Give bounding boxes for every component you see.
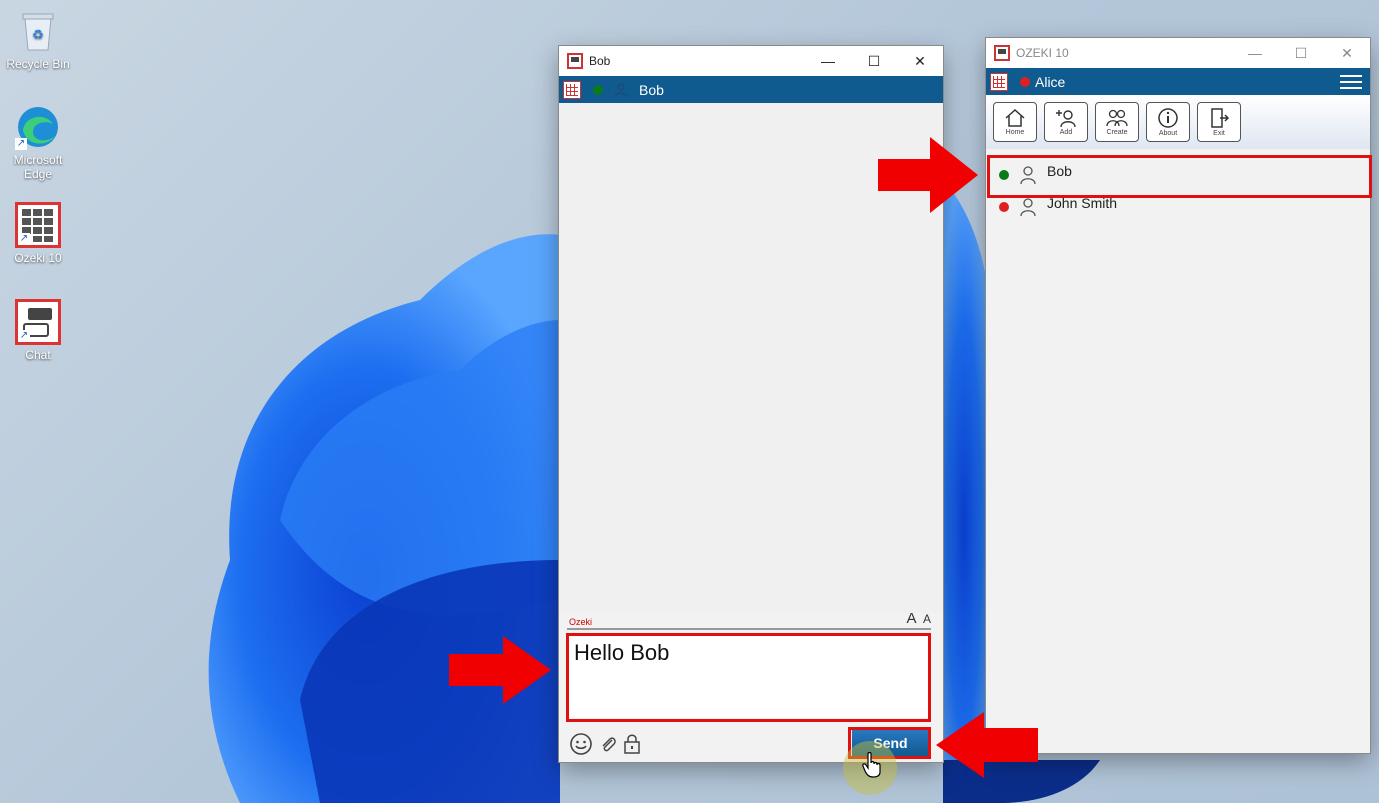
about-button-label: About <box>1158 130 1178 137</box>
chat-bubbles-icon: ↗ <box>15 299 61 345</box>
ozeki-main-window: OZEKI 10 — ☐ ✕ Alice Home Add Create Abo… <box>986 38 1370 753</box>
add-button-label: Add <box>1059 129 1073 136</box>
ozeki-app-icon <box>567 53 583 69</box>
arrow-left-icon <box>936 712 1038 778</box>
exit-button[interactable]: Exit <box>1197 102 1241 142</box>
contact-name: Bob <box>639 81 664 98</box>
font-size-controls: A A <box>907 610 931 628</box>
minimize-button[interactable]: — <box>805 46 851 76</box>
user-status-dot <box>1020 76 1030 87</box>
ozeki-menu-icon[interactable] <box>563 80 581 99</box>
chat-window-titlebar[interactable]: Bob — ☐ ✕ <box>559 46 943 76</box>
close-button[interactable]: ✕ <box>1324 38 1370 68</box>
input-divider <box>567 628 931 630</box>
emoji-icon[interactable] <box>569 732 593 756</box>
shortcut-arrow-icon: ↗ <box>18 330 30 342</box>
encryption-lock-icon[interactable] <box>623 733 641 755</box>
shortcut-arrow-icon: ↗ <box>18 233 30 245</box>
ozeki-app-icon <box>994 45 1010 61</box>
edge-icon: ↗ <box>15 104 61 150</box>
home-button-label: Home <box>1005 129 1025 136</box>
desktop-icon-recycle-bin[interactable]: ♻ Recycle Bin <box>2 8 74 71</box>
desktop-icon-label: Microsoft Edge <box>13 153 63 181</box>
contact-avatar-icon <box>614 82 628 97</box>
ozeki-menu-icon[interactable] <box>990 72 1008 91</box>
recycle-bin-icon: ♻ <box>15 8 61 54</box>
contact-status-dot <box>999 202 1009 212</box>
home-button[interactable]: Home <box>993 102 1037 142</box>
desktop-icon-edge[interactable]: ↗ Microsoft Edge <box>2 104 74 181</box>
user-name: Alice <box>1035 73 1066 90</box>
ozeki-keypad-icon: ↗ <box>15 202 61 248</box>
contact-list: Bob John Smith <box>986 155 1370 753</box>
main-window-title: OZEKI 10 <box>1016 46 1069 60</box>
font-size-large-button[interactable]: A <box>907 610 917 627</box>
exit-button-label: Exit <box>1213 130 1225 137</box>
maximize-button[interactable]: ☐ <box>1278 38 1324 68</box>
create-button[interactable]: Create <box>1095 102 1139 142</box>
font-size-small-button[interactable]: A <box>923 612 931 626</box>
highlight-box-message-input <box>566 633 931 722</box>
chat-contact-bar: Bob <box>559 76 943 103</box>
create-group-icon <box>1106 109 1128 127</box>
user-bar: Alice <box>986 68 1370 95</box>
add-button[interactable]: Add <box>1044 102 1088 142</box>
create-button-label: Create <box>1106 129 1128 136</box>
exit-icon <box>1211 108 1230 128</box>
desktop-icon-chat[interactable]: ↗ Chat <box>2 299 74 362</box>
close-button[interactable]: ✕ <box>897 46 943 76</box>
arrow-right-icon <box>878 137 978 213</box>
add-user-icon <box>1056 110 1076 128</box>
info-icon <box>1158 108 1178 128</box>
home-icon <box>1005 108 1025 127</box>
chat-window-title: Bob <box>589 54 611 68</box>
input-label: Ozeki <box>569 617 593 627</box>
contact-status-dot <box>593 84 603 95</box>
desktop-icon-ozeki[interactable]: ↗ Ozeki 10 <box>2 202 74 265</box>
maximize-button[interactable]: ☐ <box>851 46 897 76</box>
minimize-button[interactable]: — <box>1232 38 1278 68</box>
desktop-icon-label: Ozeki 10 <box>14 251 62 265</box>
arrow-right-icon <box>449 636 551 704</box>
svg-text:♻: ♻ <box>32 27 44 42</box>
hand-cursor-icon <box>862 752 881 778</box>
main-toolbar: Home Add Create About Exit <box>986 95 1370 149</box>
contact-avatar-icon <box>1020 198 1036 217</box>
main-window-titlebar[interactable]: OZEKI 10 — ☐ ✕ <box>986 38 1370 68</box>
highlight-box-bob-contact <box>987 155 1372 198</box>
shortcut-arrow-icon: ↗ <box>15 138 27 150</box>
hamburger-menu-icon[interactable] <box>1340 74 1362 90</box>
input-actions <box>569 732 641 756</box>
about-button[interactable]: About <box>1146 102 1190 142</box>
desktop-icon-label: Chat <box>25 348 51 362</box>
attachment-icon[interactable] <box>599 734 617 754</box>
desktop-icon-label: Recycle Bin <box>6 57 70 71</box>
